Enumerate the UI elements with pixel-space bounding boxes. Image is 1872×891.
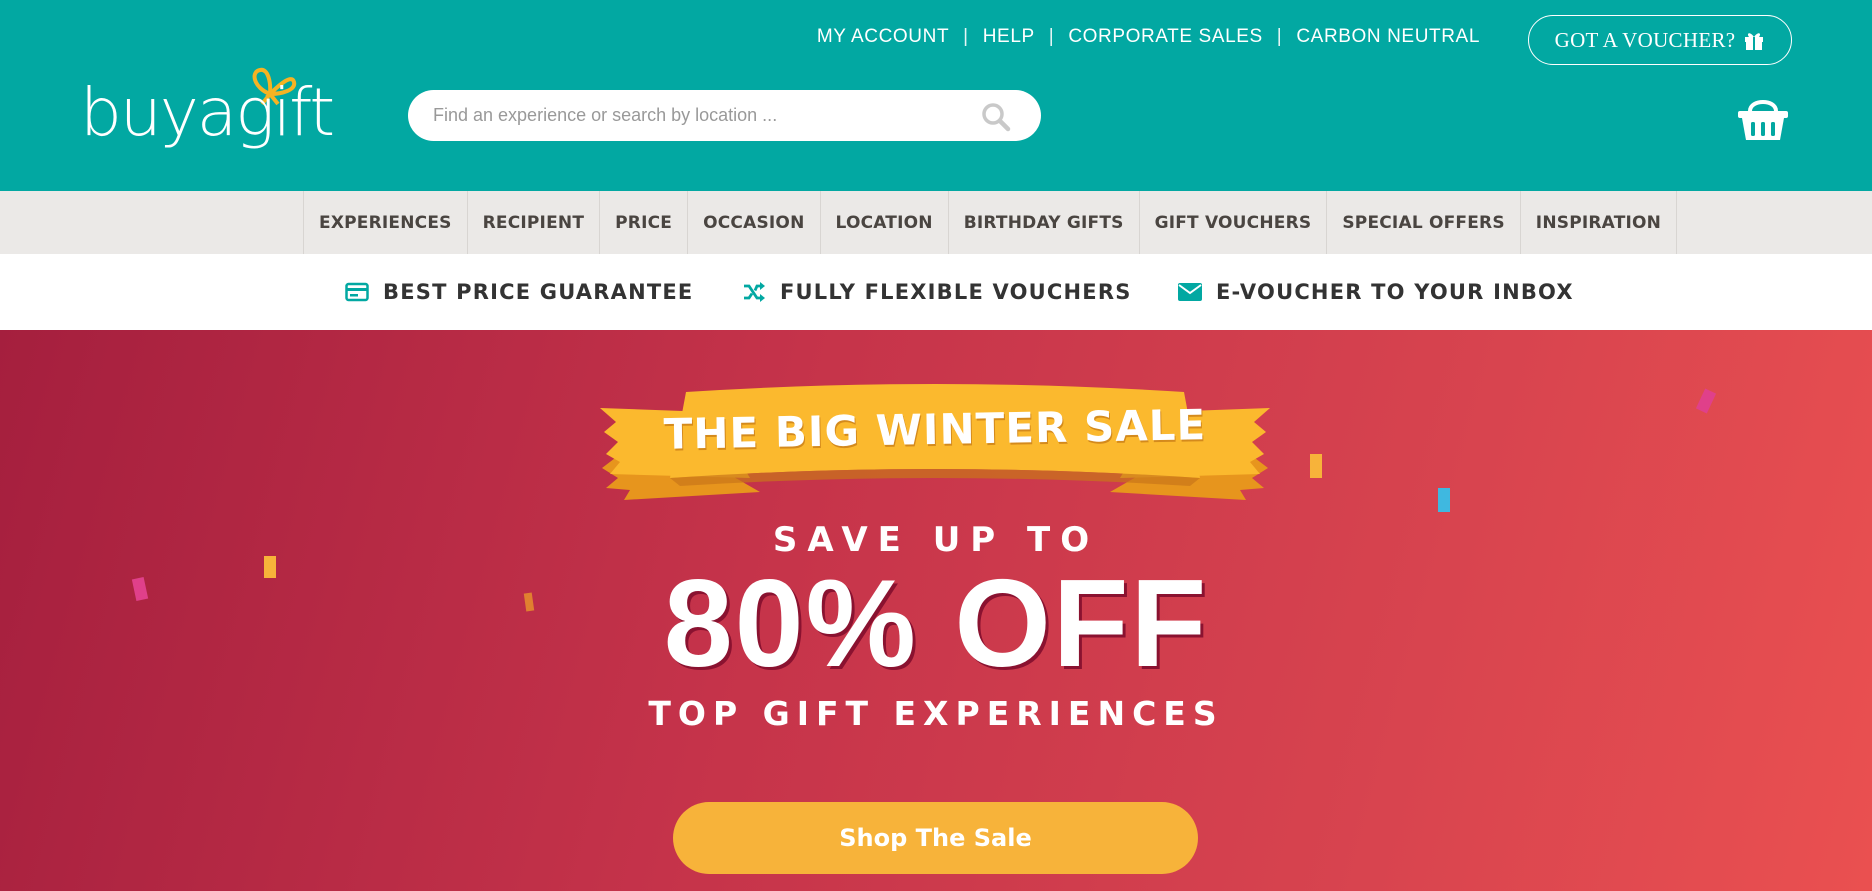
nav-item-occasion[interactable]: OCCASION xyxy=(687,191,819,254)
usp-label: E-VOUCHER TO YOUR INBOX xyxy=(1216,280,1574,304)
nav-item-experiences[interactable]: EXPERIENCES xyxy=(303,191,467,254)
nav-item-special-offers[interactable]: SPECIAL OFFERS xyxy=(1326,191,1519,254)
top-links: MY ACCOUNT | HELP | CORPORATE SALES | CA… xyxy=(817,26,1480,48)
link-separator: | xyxy=(1048,26,1055,47)
got-a-voucher-button[interactable]: GOT A VOUCHER? xyxy=(1528,15,1792,65)
shuffle-icon xyxy=(744,282,765,302)
usp-label: FULLY FLEXIBLE VOUCHERS xyxy=(780,280,1132,304)
main-nav: EXPERIENCES RECIPIENT PRICE OCCASION LOC… xyxy=(0,191,1872,254)
save-up-to-text: SAVE UP TO xyxy=(772,520,1100,560)
my-account-link[interactable]: MY ACCOUNT xyxy=(817,26,949,48)
basket-icon[interactable] xyxy=(1736,93,1790,143)
confetti-piece xyxy=(1695,388,1717,414)
got-a-voucher-label: GOT A VOUCHER? xyxy=(1554,27,1736,52)
top-gift-experiences-text: TOP GIFT EXPERIENCES xyxy=(648,694,1224,733)
link-separator: | xyxy=(1276,26,1283,47)
nav-item-gift-vouchers[interactable]: GIFT VOUCHERS xyxy=(1138,191,1327,254)
usp-e-voucher: E-VOUCHER TO YOUR INBOX xyxy=(1178,254,1574,330)
shop-the-sale-button[interactable]: Shop The Sale xyxy=(673,802,1198,874)
help-link[interactable]: HELP xyxy=(983,26,1035,48)
gift-icon xyxy=(1745,33,1764,50)
search-icon[interactable] xyxy=(981,102,1011,132)
confetti-piece xyxy=(1438,488,1450,512)
link-separator: | xyxy=(963,26,969,47)
banner-title: THE BIG WINTER SALE xyxy=(663,399,1207,459)
nav-item-inspiration[interactable]: INSPIRATION xyxy=(1519,191,1678,254)
usp-bar: BEST PRICE GUARANTEE FULLY FLEXIBLE VOUC… xyxy=(0,254,1872,330)
usp-label: BEST PRICE GUARANTEE xyxy=(383,280,694,304)
nav-item-location[interactable]: LOCATION xyxy=(819,191,948,254)
logo-text: buyagift xyxy=(80,74,335,151)
credit-card-icon xyxy=(345,282,369,302)
usp-flexible-vouchers: FULLY FLEXIBLE VOUCHERS xyxy=(742,254,1132,330)
site-header: buyagift MY ACCOUNT | HELP | CORPORATE S… xyxy=(0,0,1872,191)
buyagift-logo[interactable]: buyagift xyxy=(80,62,340,162)
envelope-icon xyxy=(1178,283,1202,301)
carbon-neutral-link[interactable]: CARBON NEUTRAL xyxy=(1296,26,1480,48)
discount-headline: 80% OFF xyxy=(663,555,1209,693)
search-input[interactable] xyxy=(433,105,973,126)
winter-sale-banner: THE BIG WINTER SALE xyxy=(599,376,1271,488)
usp-best-price: BEST PRICE GUARANTEE xyxy=(345,254,693,330)
confetti-piece xyxy=(1310,454,1322,478)
nav-item-price[interactable]: PRICE xyxy=(599,191,687,254)
nav-item-recipient[interactable]: RECIPIENT xyxy=(466,191,600,254)
corporate-sales-link[interactable]: CORPORATE SALES xyxy=(1068,26,1262,48)
search-bar xyxy=(408,90,1041,141)
nav-item-birthday-gifts[interactable]: BIRTHDAY GIFTS xyxy=(947,191,1139,254)
hero-banner[interactable]: THE BIG WINTER SALE SAVE UP TO 80% OFF T… xyxy=(0,330,1872,891)
